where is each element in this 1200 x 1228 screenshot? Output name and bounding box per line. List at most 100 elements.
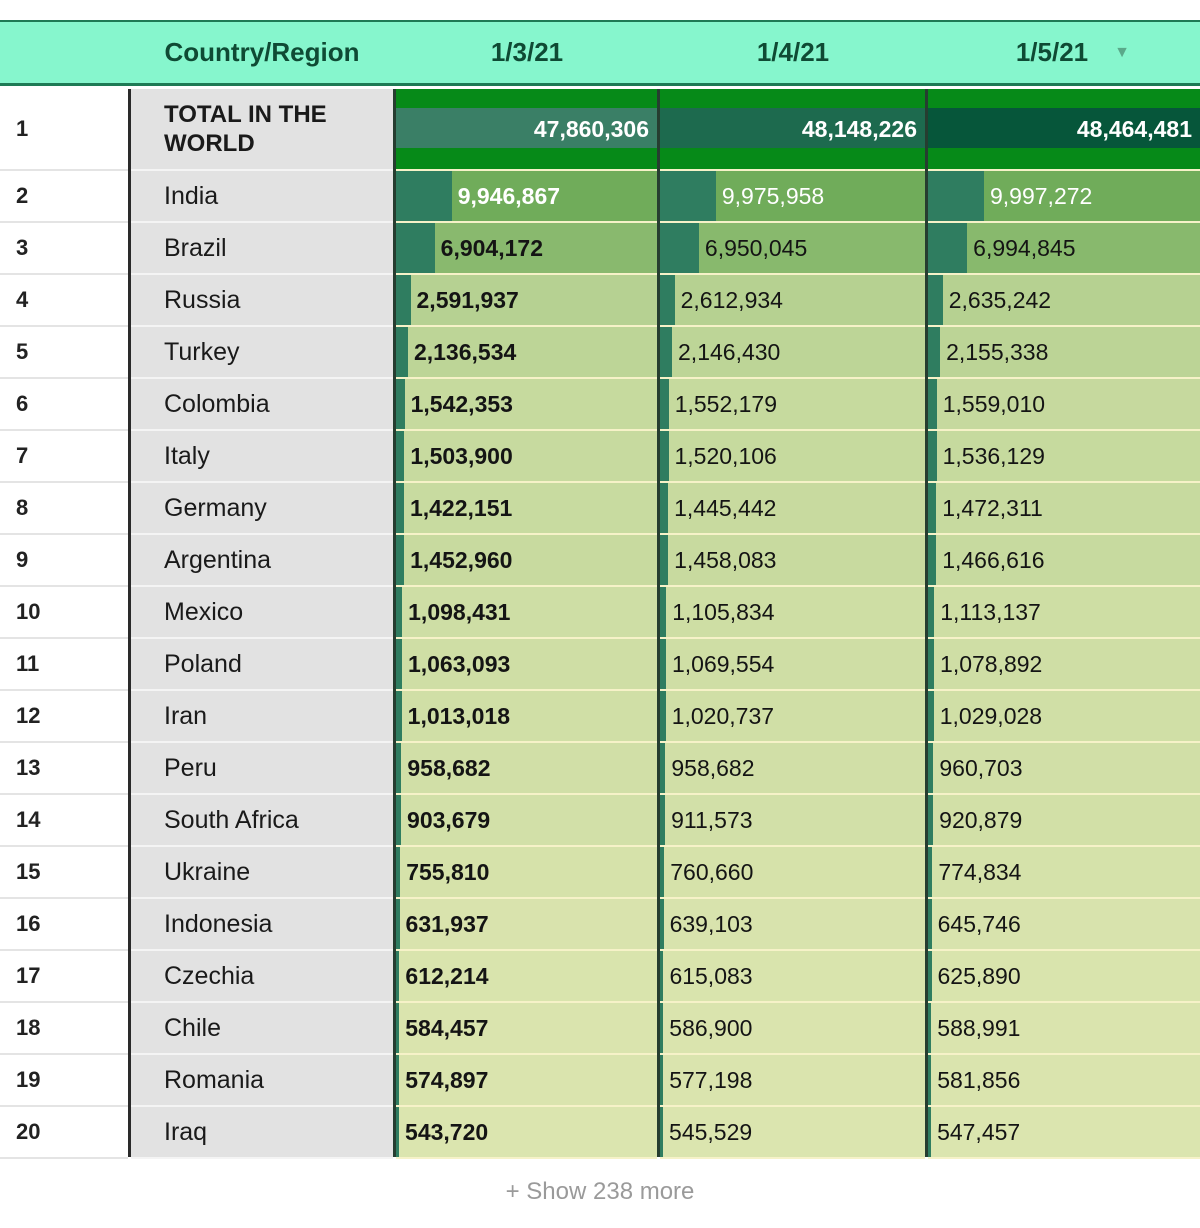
value-label: 48,464,481 [1076,115,1192,142]
country-cell: India [131,171,393,223]
rank-cell: 14 [0,795,128,847]
country-cell: Turkey [131,327,393,379]
table-row: 8 Germany 1,422,151 1,445,442 1,472,311 [0,483,1200,535]
value-label: 2,612,934 [680,286,783,313]
table-row: 4 Russia 2,591,937 2,612,934 2,635,242 [0,275,1200,327]
value-label: 547,457 [937,1118,1021,1145]
table-row: 2 India 9,946,867 9,975,958 9,997,272 [0,171,1200,223]
value-label: 1,452,960 [410,546,513,573]
country-cell: Brazil [131,223,393,275]
value-label: 6,904,172 [440,234,543,261]
rank-cell: 18 [0,1003,128,1055]
column-header-country[interactable]: Country/Region [130,22,394,83]
value-bar [928,535,937,585]
value-bar [928,483,937,533]
triangle-down-icon[interactable]: ▼ [1114,44,1130,62]
table-row: 7 Italy 1,503,900 1,520,106 1,536,129 [0,431,1200,483]
value-label: 47,860,306 [533,115,649,142]
country-cell: Germany [131,483,393,535]
value-label: 6,950,045 [704,234,808,261]
value-label: 958,682 [407,754,491,781]
country-cell: Poland [131,639,393,691]
show-more-link[interactable]: + Show 238 more [0,1178,1200,1206]
value-bar [660,431,669,481]
value-cell: 958,682 [396,743,657,795]
value-cell: 625,890 [928,951,1200,1003]
table-row: 3 Brazil 6,904,172 6,950,045 6,994,845 [0,223,1200,275]
value-label: 1,536,129 [942,442,1045,469]
value-cell: 760,660 [660,847,925,899]
value-cell: 1,105,834 [660,587,925,639]
table-row: 11 Poland 1,063,093 1,069,554 1,078,892 [0,639,1200,691]
value-cell: 47,860,306 [396,89,657,171]
value-cell: 774,834 [928,847,1200,899]
value-cell: 1,020,737 [660,691,925,743]
value-cell: 1,472,311 [928,483,1200,535]
value-bar [928,431,937,481]
value-cell: 2,136,534 [396,327,657,379]
country-cell: TOTAL IN THE WORLD [131,89,393,171]
value-cell: 1,098,431 [396,587,657,639]
value-label: 1,029,028 [939,702,1043,729]
value-cell: 920,879 [928,795,1200,847]
value-label: 760,660 [670,858,754,885]
value-cell: 545,529 [660,1107,925,1159]
value-label: 9,997,272 [990,182,1093,209]
table-row: 6 Colombia 1,542,353 1,552,179 1,559,010 [0,379,1200,431]
value-cell: 612,214 [396,951,657,1003]
rank-cell: 2 [0,171,128,223]
rank-cell: 20 [0,1107,128,1159]
value-label: 1,466,616 [942,546,1045,573]
value-cell: 543,720 [396,1107,657,1159]
value-cell: 1,029,028 [928,691,1200,743]
value-cell: 911,573 [660,795,925,847]
column-header-date-1[interactable]: 1/3/21 [396,22,658,83]
value-bar [928,379,937,429]
value-cell: 615,083 [660,951,925,1003]
value-bar [396,171,452,221]
rank-cell: 10 [0,587,128,639]
country-cell: South Africa [131,795,393,847]
value-bar [396,275,411,325]
value-cell: 9,997,272 [928,171,1200,223]
value-cell: 9,946,867 [396,171,657,223]
value-bar [396,379,405,429]
value-bar [660,379,669,429]
value-bar [928,171,984,221]
value-cell: 1,063,093 [396,639,657,691]
value-label: 1,098,431 [408,598,511,625]
value-cell: 1,013,018 [396,691,657,743]
value-label: 48,148,226 [801,115,917,142]
table-row: 12 Iran 1,013,018 1,020,737 1,029,028 [0,691,1200,743]
value-label: 543,720 [405,1118,489,1145]
value-cell: 1,520,106 [660,431,925,483]
value-cell: 1,452,960 [396,535,657,587]
column-header-date-3[interactable]: 1/5/21 [928,22,1176,83]
value-label: 774,834 [938,858,1022,885]
value-label: 1,020,737 [671,702,775,729]
value-label: 2,146,430 [678,338,781,365]
value-label: 958,682 [671,754,755,781]
country-cell: Italy [131,431,393,483]
rank-cell: 17 [0,951,128,1003]
value-label: 1,445,442 [674,494,777,521]
value-cell: 1,559,010 [928,379,1200,431]
value-label: 1,552,179 [674,390,778,417]
country-cell: Russia [131,275,393,327]
value-label: 1,559,010 [942,390,1046,417]
value-label: 1,503,900 [410,442,513,469]
country-cell: Mexico [131,587,393,639]
rank-cell: 6 [0,379,128,431]
value-cell: 586,900 [660,1003,925,1055]
value-cell: 639,103 [660,899,925,951]
value-bar [660,275,675,325]
rank-cell: 15 [0,847,128,899]
value-cell: 1,552,179 [660,379,925,431]
table-row: 18 Chile 584,457 586,900 588,991 [0,1003,1200,1055]
value-bar [928,327,941,377]
value-cell: 1,078,892 [928,639,1200,691]
table-row: 13 Peru 958,682 958,682 960,703 [0,743,1200,795]
value-cell: 1,458,083 [660,535,925,587]
column-header-date-2[interactable]: 1/4/21 [660,22,926,83]
value-label: 1,542,353 [410,390,513,417]
